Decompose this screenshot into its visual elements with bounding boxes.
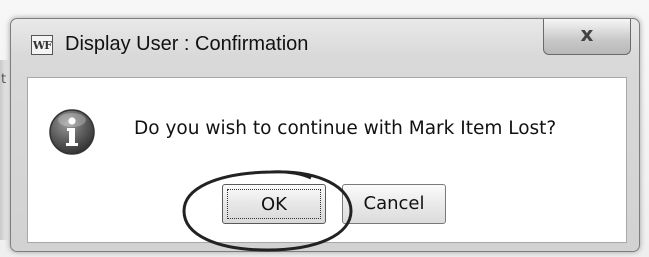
background-window-text: t (1, 72, 7, 87)
close-button[interactable]: x (543, 19, 631, 55)
app-logo-icon: WF (31, 35, 53, 55)
info-icon (49, 109, 95, 155)
confirmation-message: Do you wish to continue with Mark Item L… (134, 118, 557, 139)
dialog-body: Do you wish to continue with Mark Item L… (27, 77, 627, 252)
screen: t WF Display User : Confirmation x Do yo… (0, 0, 649, 257)
close-icon: x (580, 22, 594, 46)
ok-button-label: OK (227, 189, 321, 219)
title-bar[interactable]: WF Display User : Confirmation x (11, 19, 639, 77)
ok-button[interactable]: OK (222, 184, 326, 224)
cancel-button[interactable]: Cancel (342, 184, 446, 224)
background-window-edge (0, 60, 8, 240)
window-title: Display User : Confirmation (65, 33, 309, 55)
confirmation-dialog: WF Display User : Confirmation x Do you … (10, 18, 640, 252)
